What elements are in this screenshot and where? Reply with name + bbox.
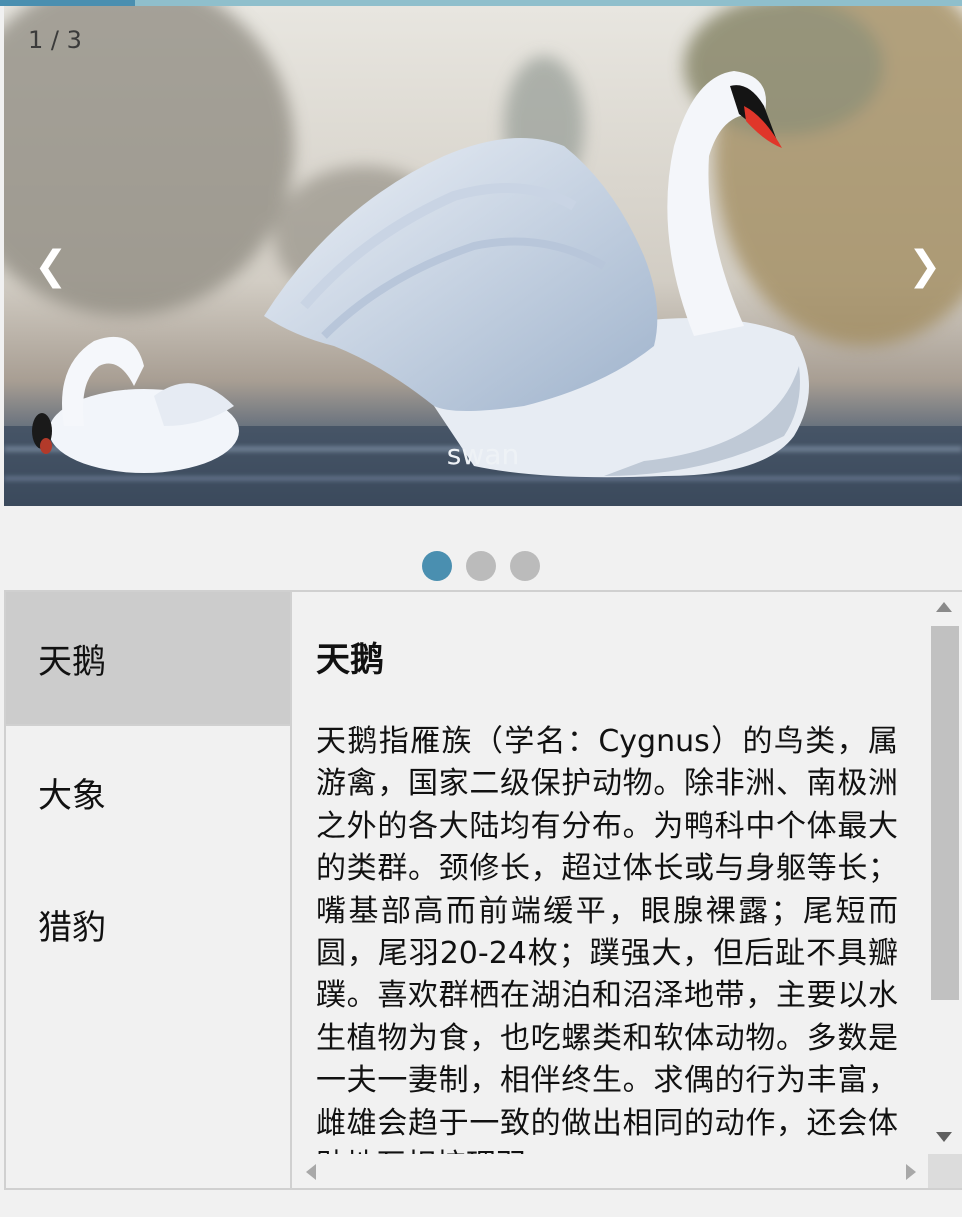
scroll-up-arrow-icon[interactable] [936, 602, 952, 612]
scroll-right-arrow-icon[interactable] [906, 1164, 916, 1180]
slide-dot-3[interactable] [510, 551, 540, 581]
slide-image-swan: 1 / 3 ❮ ❯ swan [4, 6, 962, 506]
tab-content: 天鹅 天鹅指雁族（学名：Cygnus）的鸟类，属游禽，国家二级保护动物。除非洲、… [294, 592, 928, 1154]
animal-tab-panel: 天鹅 大象 猎豹 天鹅 天鹅指雁族（学名：Cygnus）的鸟类，属游禽，国家二级… [4, 590, 962, 1190]
tab-list: 天鹅 大象 猎豹 [6, 592, 292, 1188]
content-title: 天鹅 [316, 640, 384, 680]
next-slide-button[interactable]: ❯ [908, 246, 942, 286]
tab-cheetah[interactable]: 猎豹 [6, 858, 290, 990]
horizontal-scrollbar[interactable] [294, 1154, 928, 1188]
vertical-scrollbar[interactable] [928, 592, 962, 1154]
scroll-down-arrow-icon[interactable] [936, 1132, 952, 1142]
prev-slide-button[interactable]: ❮ [34, 246, 68, 286]
slide-counter: 1 / 3 [28, 26, 82, 54]
content-body: 天鹅指雁族（学名：Cygnus）的鸟类，属游禽，国家二级保护动物。除非洲、南极洲… [316, 724, 898, 1154]
tab-elephant[interactable]: 大象 [6, 726, 290, 858]
slide-dot-2[interactable] [466, 551, 496, 581]
slide-dot-1[interactable] [422, 551, 452, 581]
scrollbar-corner [928, 1154, 962, 1188]
slide-caption: swan [446, 438, 520, 471]
vertical-scroll-thumb[interactable] [931, 626, 959, 1000]
tab-swan[interactable]: 天鹅 [6, 592, 290, 724]
slide-dots [0, 551, 962, 583]
scroll-left-arrow-icon[interactable] [306, 1164, 316, 1180]
swan-photo [4, 6, 962, 506]
